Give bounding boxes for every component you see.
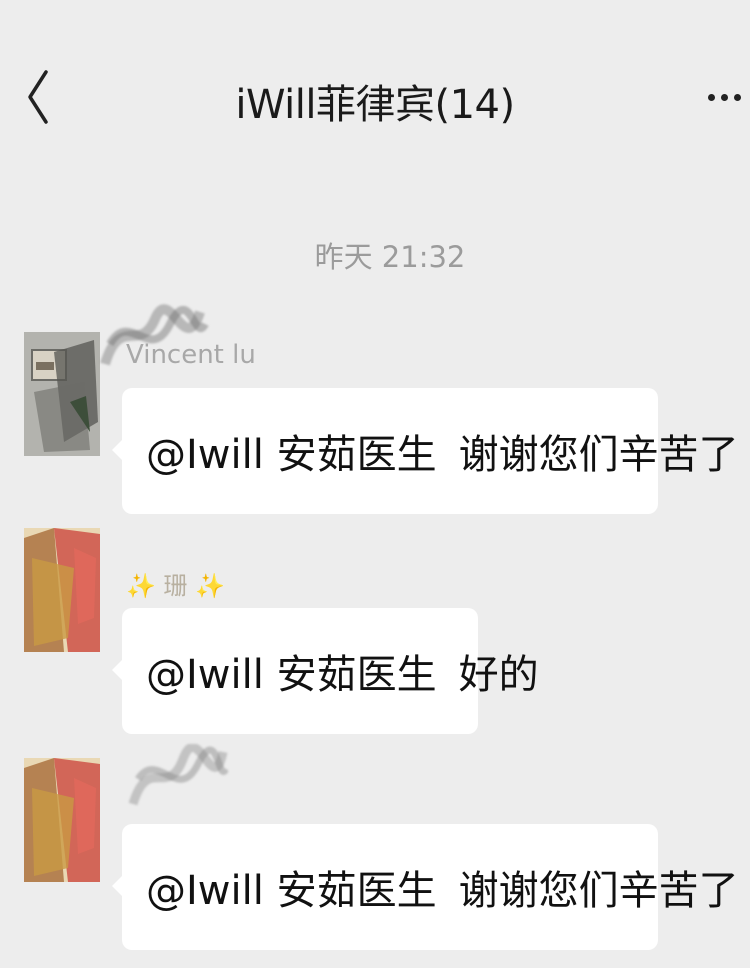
more-dots-icon (708, 94, 715, 101)
sender-name: ✨ 珊 ✨ (126, 572, 226, 600)
avatar[interactable] (24, 332, 100, 456)
message-bubble[interactable]: @Iwill 安茹医生 谢谢您们辛苦了 (112, 824, 739, 950)
avatar[interactable] (24, 758, 100, 882)
avatar-image (24, 758, 100, 882)
scribble-icon (128, 743, 230, 806)
avatar-image (24, 528, 100, 652)
sender-name: Vincent lu (126, 340, 256, 370)
chat-screen: iWill菲律宾(14) 昨天 21:32 Vincent lu @Iwill … (0, 0, 750, 968)
more-button[interactable] (700, 82, 746, 112)
mention-text[interactable]: @Iwill 安茹医生 (146, 642, 437, 700)
mention-text[interactable]: @Iwill 安茹医生 (146, 422, 437, 480)
message-text: 谢谢您们辛苦了 (458, 432, 739, 478)
message-bubble[interactable]: @Iwill 安茹医生 谢谢您们辛苦了 (112, 388, 739, 514)
message-bubble[interactable]: @Iwill 安茹医生 好的 (112, 608, 539, 734)
chat-header: iWill菲律宾(14) (0, 0, 750, 200)
mention-text[interactable]: @Iwill 安茹医生 (146, 858, 437, 916)
more-dots-icon (721, 94, 728, 101)
sender-scribble (128, 743, 230, 818)
chat-title: iWill菲律宾(14) (235, 82, 515, 128)
message-timestamp: 昨天 21:32 (314, 240, 466, 274)
avatar-image (24, 332, 100, 456)
message-text: 好的 (458, 652, 539, 698)
message-text: 谢谢您们辛苦了 (458, 868, 739, 914)
avatar[interactable] (24, 528, 100, 652)
more-dots-icon (734, 94, 741, 101)
